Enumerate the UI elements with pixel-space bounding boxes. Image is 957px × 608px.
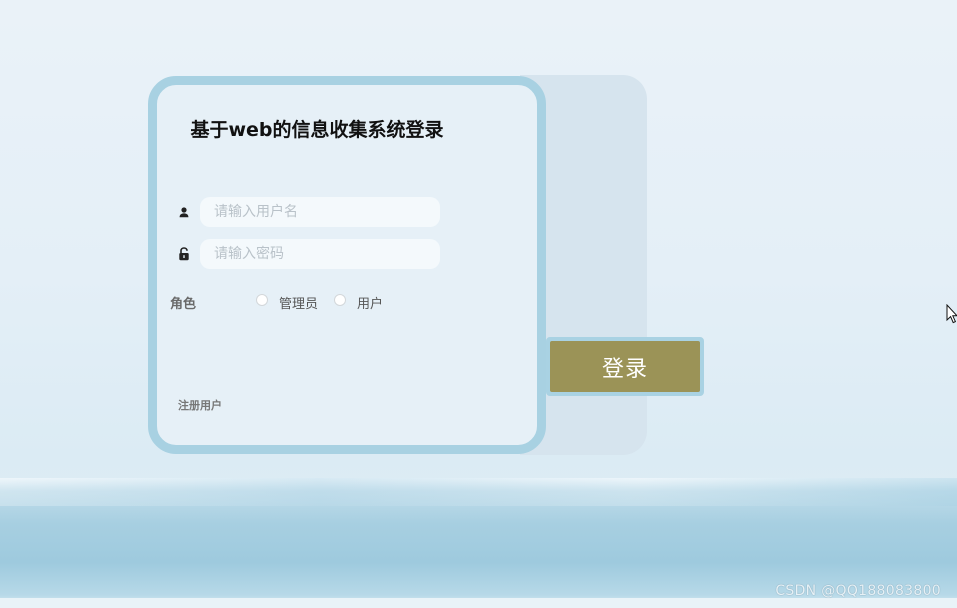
role-option-admin-label[interactable]: 管理员	[279, 293, 318, 312]
role-radio-admin[interactable]	[256, 294, 268, 306]
role-selector: 角色 管理员 用户	[170, 291, 430, 312]
login-card: 基于web的信息收集系统登录 角色 管理员 用户 注册用户	[148, 76, 546, 454]
login-button[interactable]: 登录	[550, 341, 700, 392]
register-link[interactable]: 注册用户	[178, 397, 222, 413]
username-row	[177, 197, 443, 227]
role-label: 角色	[170, 297, 197, 312]
login-title: 基于web的信息收集系统登录	[190, 119, 444, 141]
password-input[interactable]	[200, 239, 440, 269]
user-icon	[179, 207, 189, 218]
password-row	[177, 239, 443, 269]
username-input[interactable]	[200, 197, 440, 227]
role-radio-user[interactable]	[334, 294, 346, 306]
role-option-user-label[interactable]: 用户	[357, 293, 383, 312]
watermark: CSDN @QQ188083800	[775, 583, 941, 599]
login-button-frame: 登录	[546, 337, 704, 396]
mouse-cursor-icon	[946, 304, 957, 324]
lock-icon	[179, 247, 189, 261]
